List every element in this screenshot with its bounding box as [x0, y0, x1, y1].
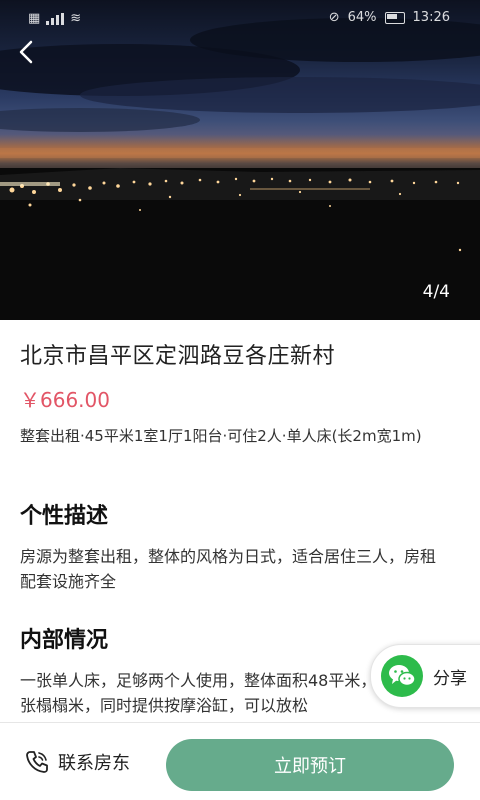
- listing-price: ￥666.00: [20, 388, 110, 412]
- hero-photo[interactable]: [0, 0, 480, 320]
- section-title-description: 个性描述: [20, 504, 109, 529]
- book-now-button[interactable]: 立即预订: [166, 739, 454, 791]
- status-right-icons: ⊘ 64% 13:26: [329, 10, 450, 25]
- mute-icon: ⊘: [328, 10, 340, 25]
- wechat-icon: [381, 655, 423, 697]
- status-left-icons: ▦ ≋: [28, 11, 81, 26]
- contact-landlord-button[interactable]: 联系房东: [24, 749, 130, 775]
- wifi-icon: ≋: [70, 11, 82, 26]
- section-title-interior: 内部情况: [20, 628, 109, 653]
- signal-icon: [46, 12, 65, 25]
- battery-icon: [384, 11, 405, 24]
- share-label: 分享: [433, 668, 467, 689]
- back-button[interactable]: [10, 36, 42, 68]
- battery-percent: 64%: [347, 10, 377, 25]
- night-city-photo: [0, 18, 480, 320]
- clock: 13:26: [412, 10, 450, 25]
- section-text-description: 房源为整套出租，整体的风格为日式，适合居住三人，房租配套设施齐全: [20, 547, 437, 591]
- photo-page-indicator: 4/4: [422, 282, 450, 302]
- listing-title: 北京市昌平区定泗路豆各庄新村: [20, 344, 336, 369]
- contact-landlord-label: 联系房东: [58, 753, 130, 774]
- sim-icon: ▦: [28, 11, 41, 26]
- status-bar: ▦ ≋ ⊘ 64% 13:26: [0, 0, 480, 36]
- listing-detail-screen: ▦ ≋ ⊘ 64% 13:26 4/4 北京市昌平区定泗路豆各庄新村 ￥666.…: [0, 0, 480, 800]
- listing-specs: 整套出租·45平米1室1厅1阳台·可住2人·单人床(长2m宽1m): [20, 427, 422, 445]
- phone-icon: [26, 751, 48, 773]
- bottom-action-bar: 联系房东 立即预订: [0, 722, 480, 800]
- chevron-left-icon: [19, 40, 33, 64]
- share-button[interactable]: 分享: [370, 644, 480, 708]
